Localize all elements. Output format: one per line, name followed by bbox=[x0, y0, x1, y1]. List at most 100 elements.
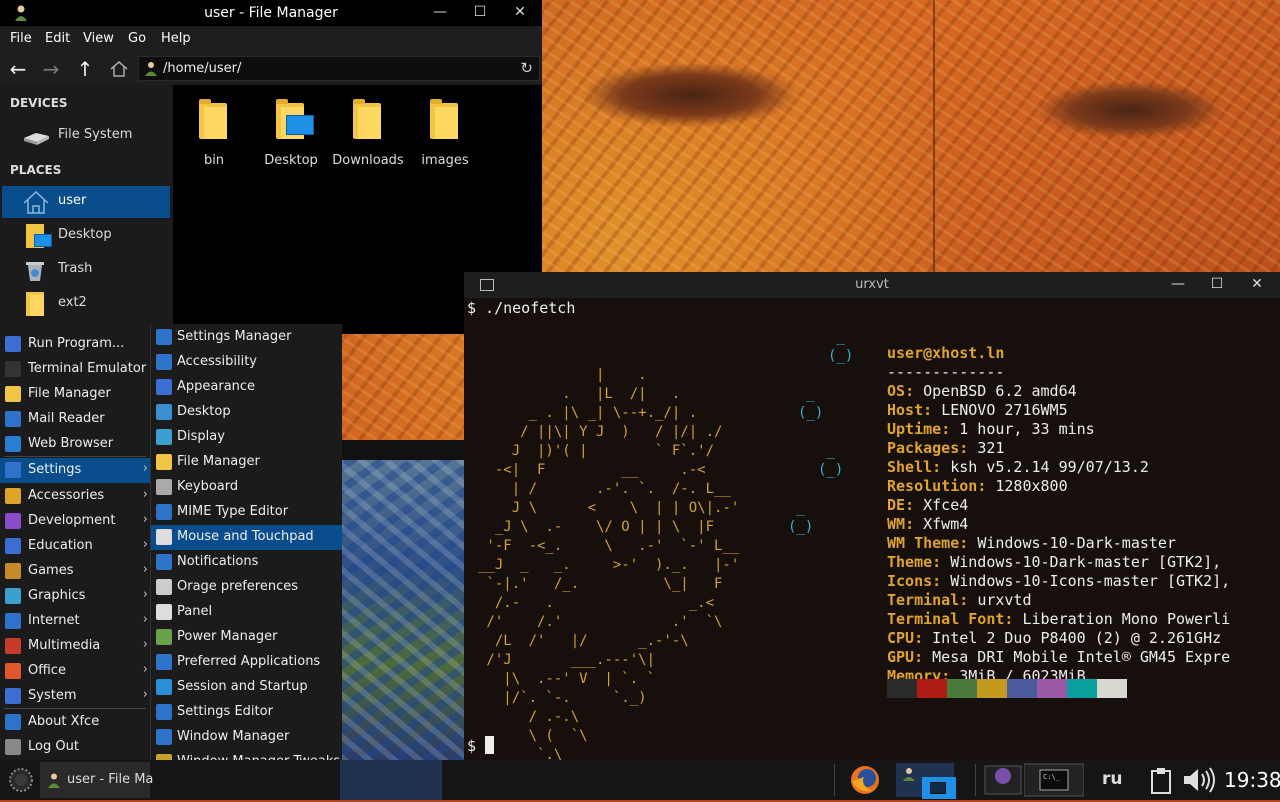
submenu-item-session-and-startup[interactable]: Session and Startup bbox=[151, 675, 342, 700]
clipboard-icon[interactable] bbox=[1146, 763, 1176, 797]
volume-icon[interactable] bbox=[1180, 763, 1220, 797]
submenu-item-keyboard[interactable]: Keyboard bbox=[151, 475, 342, 500]
submenu-item-appearance[interactable]: Appearance bbox=[151, 375, 342, 400]
info-colon: : bbox=[932, 553, 951, 571]
back-arrow-icon[interactable]: ← bbox=[7, 57, 29, 81]
up-arrow-icon[interactable]: ↑ bbox=[74, 57, 96, 81]
power-icon bbox=[156, 629, 172, 645]
file-item-bin[interactable]: bin bbox=[175, 99, 253, 168]
file-item-downloads[interactable]: Downloads bbox=[329, 99, 407, 168]
menu-item-system[interactable]: System › bbox=[0, 684, 150, 709]
menu-item-mail-reader[interactable]: Mail Reader bbox=[0, 407, 150, 432]
menu-edit[interactable]: Edit bbox=[45, 31, 70, 46]
submenu-item-mime-type-editor[interactable]: MIME Type Editor bbox=[151, 500, 342, 525]
info-row-gpu: GPU: Mesa DRI Mobile Intel® GM45 Expre bbox=[887, 648, 1279, 667]
menu-item-web-browser[interactable]: Web Browser bbox=[0, 432, 150, 457]
forward-arrow-icon[interactable]: → bbox=[40, 57, 62, 81]
info-colon: : bbox=[1004, 610, 1023, 628]
file-name: Desktop bbox=[264, 153, 318, 168]
home-icon bbox=[23, 190, 49, 214]
submenu-item-panel[interactable]: Panel bbox=[151, 600, 342, 625]
close-button[interactable]: ✕ bbox=[1249, 276, 1265, 292]
sidebar-item-file-system[interactable]: File System bbox=[2, 120, 170, 152]
applications-menu-button[interactable] bbox=[2, 762, 40, 798]
submenu-item-window-manager[interactable]: Window Manager bbox=[151, 725, 342, 750]
submenu-item-preferred-applications[interactable]: Preferred Applications bbox=[151, 650, 342, 675]
keyboard-layout-indicator[interactable]: ru bbox=[1102, 769, 1123, 789]
terminal-launcher[interactable]: C:\_ bbox=[1023, 763, 1085, 797]
sidebar-item-user[interactable]: user bbox=[2, 186, 170, 218]
file-item-desktop[interactable]: Desktop bbox=[252, 99, 330, 168]
palette-swatch bbox=[917, 679, 947, 698]
menu-item-games[interactable]: Games › bbox=[0, 559, 150, 584]
menu-item-multimedia[interactable]: Multimedia › bbox=[0, 634, 150, 659]
menu-item-settings[interactable]: Settings › bbox=[0, 458, 150, 483]
taskbar-item-file-manager[interactable]: user - File Ma bbox=[40, 762, 153, 798]
file-item-images[interactable]: images bbox=[406, 99, 484, 168]
submenu-item-desktop[interactable]: Desktop bbox=[151, 400, 342, 425]
info-row-os: OS: OpenBSD 6.2 amd64 bbox=[887, 382, 1279, 401]
internet-icon bbox=[5, 613, 21, 629]
terminal-titlebar[interactable]: urxvt — ☐ ✕ bbox=[464, 272, 1280, 298]
submenu-item-settings-editor[interactable]: Settings Editor bbox=[151, 700, 342, 725]
submenu-item-power-manager[interactable]: Power Manager bbox=[151, 625, 342, 650]
menu-file[interactable]: File bbox=[10, 31, 32, 46]
menu-item-education[interactable]: Education › bbox=[0, 534, 150, 559]
display-icon bbox=[156, 429, 172, 445]
info-key: WM bbox=[887, 515, 906, 533]
submenu-item-settings-manager[interactable]: Settings Manager bbox=[151, 325, 342, 350]
menu-item-run-program[interactable]: Run Program... bbox=[0, 332, 150, 357]
sidebar-item-ext2[interactable]: ext2 bbox=[2, 288, 170, 320]
menu-go[interactable]: Go bbox=[128, 31, 146, 46]
submenu-item-mouse-and-touchpad[interactable]: Mouse and Touchpad bbox=[151, 525, 342, 550]
minimize-button[interactable]: — bbox=[432, 4, 448, 20]
menu-item-terminal-emulator[interactable]: Terminal Emulator bbox=[0, 357, 150, 382]
submenu-item-orage-preferences[interactable]: Orage preferences bbox=[151, 575, 342, 600]
firefox-launcher[interactable] bbox=[836, 763, 894, 797]
multimedia-icon bbox=[5, 638, 21, 654]
settings-manager-icon bbox=[156, 329, 172, 345]
menu-item-graphics[interactable]: Graphics › bbox=[0, 584, 150, 609]
info-colon: : bbox=[905, 496, 924, 514]
info-row-theme: Theme: Windows-10-Dark-master [GTK2], bbox=[887, 553, 1279, 572]
terminal-body[interactable]: $ ./neofetch | . . |L /| . _ . |\ _| \--… bbox=[464, 298, 1280, 763]
close-button[interactable]: ✕ bbox=[512, 4, 528, 20]
submenu-item-accessibility[interactable]: Accessibility bbox=[151, 350, 342, 375]
menu-item-label: Multimedia bbox=[28, 638, 101, 653]
desktop-icon bbox=[156, 404, 172, 420]
sidebar-item-trash[interactable]: Trash bbox=[2, 254, 170, 286]
menu-view[interactable]: View bbox=[83, 31, 114, 46]
menu-item-development[interactable]: Development › bbox=[0, 509, 150, 534]
menu-item-about-xfce[interactable]: About Xfce bbox=[0, 710, 150, 735]
location-bar[interactable]: /home/user/ ↻ bbox=[138, 56, 540, 81]
folder-icon bbox=[428, 99, 462, 141]
sidebar-item-desktop[interactable]: Desktop bbox=[2, 220, 170, 252]
submenu-item-notifications[interactable]: Notifications bbox=[151, 550, 342, 575]
info-colon: : bbox=[905, 382, 924, 400]
drive-icon bbox=[24, 133, 49, 145]
menu-item-internet[interactable]: Internet › bbox=[0, 609, 150, 634]
home-icon[interactable] bbox=[108, 57, 130, 81]
menu-item-office[interactable]: Office › bbox=[0, 659, 150, 684]
minimize-button[interactable]: — bbox=[1170, 276, 1186, 292]
menu-item-file-manager[interactable]: File Manager bbox=[0, 382, 150, 407]
menu-item-accessories[interactable]: Accessories › bbox=[0, 484, 150, 509]
file-manager-titlebar[interactable]: user - File Manager — ☐ ✕ bbox=[0, 0, 542, 26]
submenu-item-label: Appearance bbox=[177, 379, 256, 394]
maximize-button[interactable]: ☐ bbox=[1209, 276, 1225, 292]
reload-icon[interactable]: ↻ bbox=[520, 59, 533, 77]
ascii-art-accent: _ (_) bbox=[828, 329, 854, 364]
info-value: ksh v5.2.14 99/07/13.2 bbox=[950, 458, 1149, 476]
window-title: user - File Manager bbox=[204, 5, 338, 21]
submenu-item-file-manager[interactable]: File Manager bbox=[151, 450, 342, 475]
menu-help[interactable]: Help bbox=[161, 31, 191, 46]
workspace-preview[interactable] bbox=[340, 760, 442, 800]
clock[interactable]: 19:38 bbox=[1224, 768, 1280, 792]
text-cursor bbox=[485, 736, 495, 754]
chevron-right-icon: › bbox=[142, 537, 148, 552]
submenu-item-display[interactable]: Display bbox=[151, 425, 342, 450]
menu-item-log-out[interactable]: Log Out bbox=[0, 735, 150, 760]
maximize-button[interactable]: ☐ bbox=[472, 4, 488, 20]
palette-swatch bbox=[887, 679, 917, 698]
workspace-switcher[interactable] bbox=[896, 763, 956, 799]
